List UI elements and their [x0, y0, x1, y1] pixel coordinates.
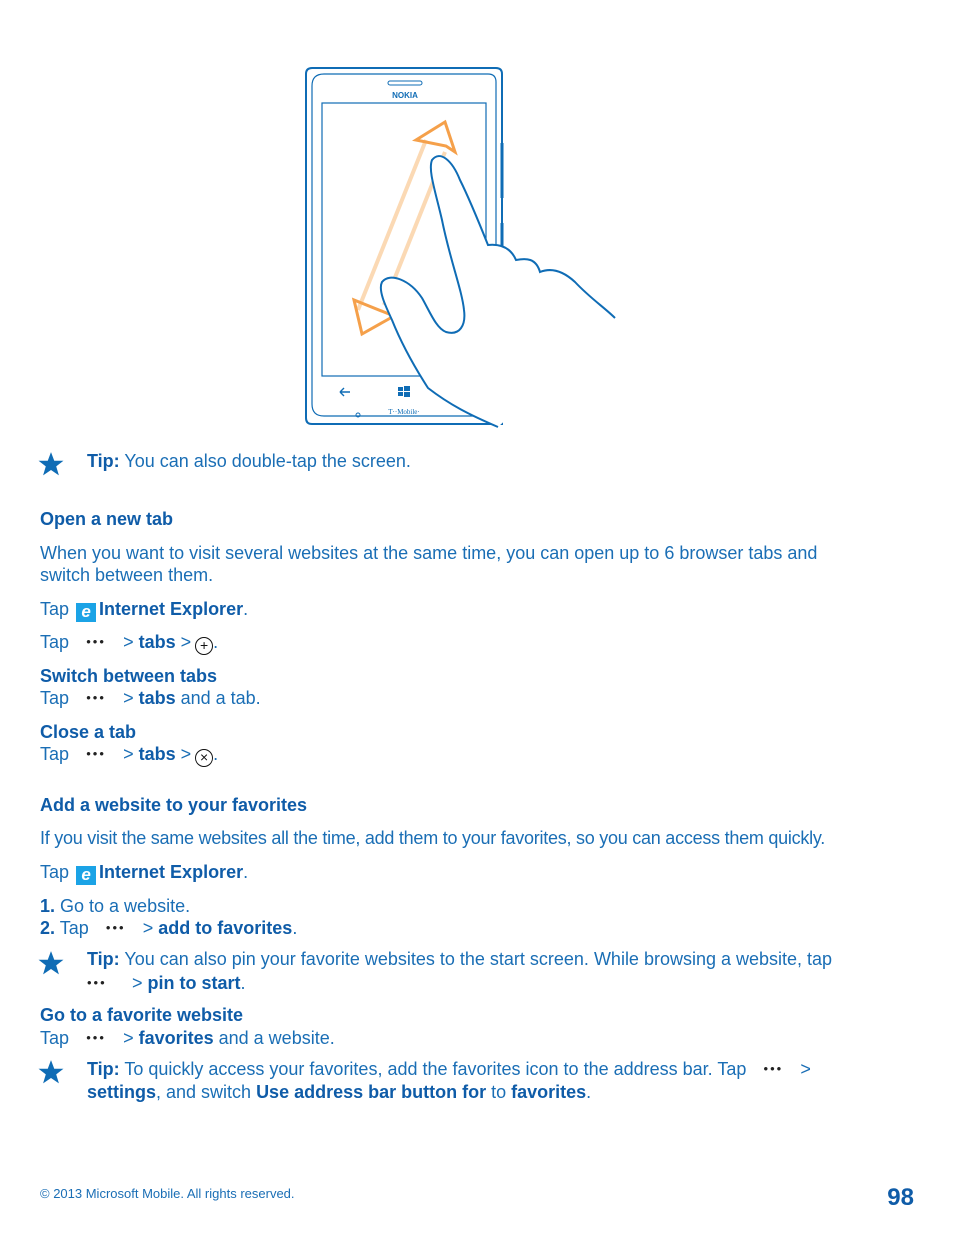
tip-text: To quickly access your favorites, add th…: [119, 1059, 747, 1079]
heading-open-new-tab: Open a new tab: [40, 509, 174, 529]
tip-label: Tip:: [87, 451, 120, 471]
internet-explorer-label: Internet Explorer: [99, 862, 244, 882]
tabs-label: tabs: [138, 688, 176, 708]
paragraph-favorites: If you visit the same websites all the t…: [40, 828, 826, 848]
nokia-logo: NOKIA: [392, 91, 418, 100]
period: .: [243, 599, 249, 619]
carrier-logo: T··Mobile·: [388, 408, 420, 416]
more-icon: •••: [86, 690, 106, 705]
separator: >: [180, 744, 192, 764]
separator: >: [132, 973, 143, 993]
settings-label: settings: [87, 1082, 157, 1102]
period: .: [213, 744, 219, 764]
pinch-zoom-illustration: NOKIA T··Mobile·: [305, 67, 616, 428]
favorites-label: favorites: [138, 1028, 214, 1048]
add-circle-icon: +: [195, 637, 214, 655]
tap-text: Tap: [40, 632, 70, 652]
more-icon: •••: [87, 975, 107, 990]
more-icon: •••: [86, 634, 106, 649]
copyright: © 2013 Microsoft Mobile. All rights rese…: [40, 1186, 295, 1201]
heading-add-favorites: Add a website to your favorites: [40, 795, 308, 815]
tip-address-bar: Tip: To quickly access your favorites, a…: [87, 1057, 811, 1104]
pin-to-start-label: pin to start: [147, 973, 241, 993]
tip-label: Tip:: [87, 949, 120, 969]
instruction-tap-ie-2: Tap e Internet Explorer.: [40, 861, 248, 885]
separator: >: [123, 744, 134, 764]
hand-outline: [379, 155, 616, 428]
period: .: [243, 862, 249, 882]
internet-explorer-icon: e: [76, 866, 97, 885]
rest-text: and a website.: [213, 1028, 335, 1048]
more-icon: •••: [86, 746, 106, 761]
period: .: [292, 918, 298, 938]
tap-text: Tap: [40, 599, 70, 619]
tip-text: You can also pin your favorite websites …: [119, 949, 833, 969]
separator: >: [180, 632, 192, 652]
windows-icon: [398, 386, 410, 397]
tap-text: Tap: [55, 918, 89, 938]
separator: >: [123, 688, 134, 708]
add-to-favorites-label: add to favorites: [158, 918, 293, 938]
step-1: 1. Go to a website.: [40, 895, 190, 917]
period: .: [586, 1082, 592, 1102]
tip-text: You can also double-tap the screen.: [119, 451, 411, 471]
tip-star-icon: [38, 1060, 64, 1084]
instruction-close-tab: Tap ••• > tabs > ×.: [40, 743, 218, 767]
page-number: 98: [887, 1184, 914, 1211]
address-bar-option-label: Use address bar button for: [256, 1082, 487, 1102]
more-icon: •••: [763, 1061, 784, 1076]
instruction-switch-tabs: Tap ••• > tabs and a tab.: [40, 687, 261, 709]
internet-explorer-icon: e: [76, 603, 97, 622]
tip-star-icon: [38, 452, 64, 476]
tip-star-icon: [38, 951, 64, 975]
close-circle-icon: ×: [195, 749, 214, 767]
separator: >: [142, 918, 154, 938]
tip-text: to: [486, 1082, 512, 1102]
tap-text: Tap: [40, 862, 70, 882]
separator: >: [800, 1059, 811, 1079]
tip-double-tap: Tip: You can also double-tap the screen.: [87, 450, 411, 473]
period: .: [213, 632, 219, 652]
tip-text: , and switch: [156, 1082, 257, 1102]
tap-text: Tap: [40, 1028, 70, 1048]
heading-go-favorite: Go to a favorite website: [40, 1005, 244, 1025]
paragraph-open-tab-2: switch between them.: [40, 565, 214, 585]
step-2: 2. Tap ••• > add to favorites.: [40, 917, 297, 939]
step-text: Go to a website.: [55, 896, 191, 916]
step-number: 1.: [40, 896, 56, 916]
tip-label: Tip:: [87, 1059, 120, 1079]
heading-switch-tabs: Switch between tabs: [40, 666, 218, 686]
more-icon: •••: [86, 1030, 106, 1045]
earpiece: [387, 80, 423, 86]
favorites-label: favorites: [511, 1082, 587, 1102]
instruction-tap-ie: Tap e Internet Explorer.: [40, 598, 248, 622]
tabs-label: tabs: [138, 744, 176, 764]
tap-text: Tap: [40, 744, 70, 764]
heading-close-tab: Close a tab: [40, 722, 137, 742]
tabs-label: tabs: [138, 632, 176, 652]
more-icon: •••: [105, 920, 126, 935]
back-icon: [339, 387, 350, 397]
paragraph-open-tab-1: When you want to visit several websites …: [40, 543, 818, 563]
tip-pin-to-start: Tip: You can also pin your favorite webs…: [87, 948, 832, 995]
instruction-new-tab: Tap ••• > tabs > +.: [40, 631, 218, 655]
separator: >: [123, 1028, 134, 1048]
period: .: [240, 973, 246, 993]
rest-text: and a tab.: [175, 688, 261, 708]
tap-text: Tap: [40, 688, 70, 708]
step-number: 2.: [40, 918, 56, 938]
instruction-go-favorite: Tap ••• > favorites and a website.: [40, 1027, 335, 1049]
internet-explorer-label: Internet Explorer: [99, 599, 244, 619]
separator: >: [123, 632, 134, 652]
